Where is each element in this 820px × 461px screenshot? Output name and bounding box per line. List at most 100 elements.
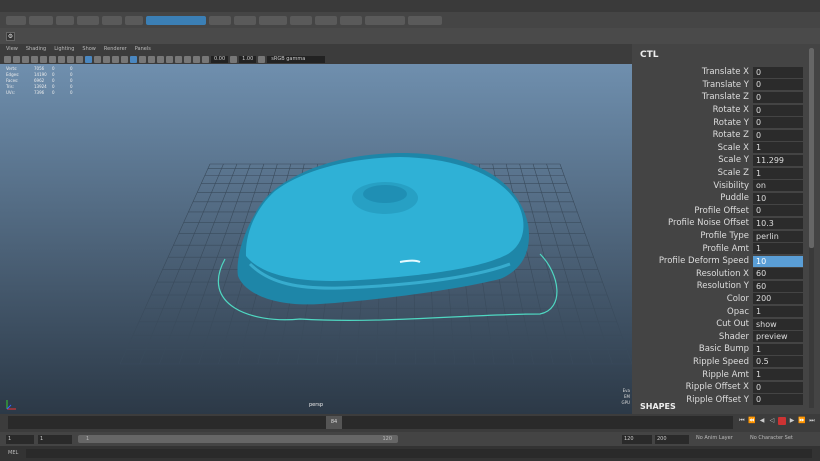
color-space-select[interactable]: sRGB gamma <box>267 55 326 63</box>
shelf-tab[interactable] <box>56 15 74 25</box>
shelf-tab[interactable] <box>234 15 256 25</box>
menu-view[interactable]: View <box>6 46 18 52</box>
attribute-label[interactable]: Scale X <box>632 143 753 153</box>
attribute-row[interactable]: Ripple Speed 0.5 <box>632 356 820 369</box>
attribute-row[interactable]: Rotate Z0 <box>632 129 820 142</box>
go-to-end-icon[interactable]: ⏭ <box>808 417 816 425</box>
lights-icon[interactable] <box>112 55 119 63</box>
attribute-value-field[interactable]: 60 <box>753 268 803 280</box>
attribute-value-field[interactable]: on <box>753 180 803 192</box>
film-gate-icon[interactable] <box>49 55 56 63</box>
step-forward-key-icon[interactable]: ⏩ <box>798 417 806 425</box>
smooth-shade-icon[interactable] <box>94 55 101 63</box>
attribute-row[interactable]: Resolution Y 60 <box>632 280 820 293</box>
stop-icon[interactable] <box>778 417 786 425</box>
attribute-value-field[interactable]: 1 <box>753 167 803 179</box>
attribute-value-field[interactable]: 0 <box>753 381 803 393</box>
attribute-label[interactable]: Translate Y <box>632 80 753 90</box>
exposure-icon[interactable] <box>202 55 209 63</box>
shelf-tab[interactable] <box>408 15 442 25</box>
attribute-row[interactable]: Translate Z0 <box>632 91 820 104</box>
attribute-label[interactable]: Ripple Offset X <box>632 382 753 392</box>
shelf-tab[interactable] <box>209 15 231 25</box>
attribute-label[interactable]: Rotate Y <box>632 118 753 128</box>
bookmark-icon[interactable] <box>22 55 29 63</box>
attribute-label[interactable]: Basic Bump <box>632 344 753 354</box>
attribute-value-field[interactable]: 0.5 <box>753 356 803 368</box>
range-slider[interactable]: 1 120 <box>78 435 398 443</box>
attribute-label[interactable]: Color <box>632 294 753 304</box>
wireframe-icon[interactable] <box>85 55 92 63</box>
attribute-row[interactable]: Resolution X 60 <box>632 268 820 281</box>
xray-joints-icon[interactable] <box>184 55 191 63</box>
attribute-value-field[interactable]: 0 <box>753 79 803 91</box>
resolution-gate-icon[interactable] <box>58 55 65 63</box>
attribute-value-field[interactable]: 1 <box>753 343 803 355</box>
attribute-label[interactable]: Scale Y <box>632 155 753 165</box>
attribute-value-field[interactable]: perlin <box>753 230 803 242</box>
shelf-tab[interactable] <box>315 15 337 25</box>
attribute-value-field[interactable]: 0 <box>753 394 803 406</box>
command-input[interactable] <box>26 449 812 458</box>
attribute-row[interactable]: Scale Z1 <box>632 167 820 180</box>
grid-icon[interactable] <box>40 55 47 63</box>
exposure-field[interactable]: 0.00 <box>211 55 229 63</box>
attribute-label[interactable]: Scale Z <box>632 168 753 178</box>
attribute-label[interactable]: Translate Z <box>632 92 753 102</box>
shelf-tab[interactable] <box>365 15 405 25</box>
isolate-select-icon[interactable] <box>166 55 173 63</box>
attribute-row[interactable]: Ripple Offset X0 <box>632 381 820 394</box>
lock-camera-icon[interactable] <box>13 55 20 63</box>
attribute-row[interactable]: Color 200 <box>632 293 820 306</box>
gear-icon[interactable]: ⚙ <box>6 31 15 41</box>
script-mode[interactable]: MEL <box>8 450 18 456</box>
attribute-label[interactable]: Puddle <box>632 193 753 203</box>
shelf-tab[interactable] <box>6 15 26 25</box>
playback-start-field[interactable]: 1 <box>38 434 72 444</box>
attribute-label[interactable]: Profile Offset <box>632 206 753 216</box>
attribute-label[interactable]: Profile Type <box>632 231 753 241</box>
attribute-value-field[interactable]: 1 <box>753 306 803 318</box>
gamma-field[interactable]: 1.00 <box>239 55 257 63</box>
attribute-value-field[interactable]: 1 <box>753 243 803 255</box>
shelf-tab[interactable] <box>29 15 53 25</box>
attribute-value-field[interactable]: 200 <box>753 293 803 305</box>
attribute-row[interactable]: Rotate Y0 <box>632 116 820 129</box>
step-back-icon[interactable]: ◀ <box>758 417 766 425</box>
attribute-label[interactable]: Visibility <box>632 181 753 191</box>
shadows-icon[interactable] <box>121 55 128 63</box>
textured-icon[interactable] <box>103 55 110 63</box>
attribute-label[interactable]: Resolution Y <box>632 281 753 291</box>
play-back-icon[interactable]: ◁ <box>768 417 776 425</box>
attribute-label[interactable]: Profile Amt <box>632 244 753 254</box>
attribute-row[interactable]: Translate X0 <box>632 66 820 79</box>
attribute-row[interactable]: Profile Type perlin <box>632 230 820 243</box>
attribute-value-field[interactable]: 1 <box>753 142 803 154</box>
shelf-tab[interactable] <box>259 15 287 25</box>
gamma-icon[interactable] <box>230 55 238 63</box>
attribute-row[interactable]: Shader preview <box>632 330 820 343</box>
attribute-value-field[interactable]: 11.299 <box>753 154 803 166</box>
attribute-value-field[interactable]: 0 <box>753 104 803 116</box>
start-time-field[interactable]: 1 <box>6 434 34 444</box>
attribute-value-field[interactable]: 10.3 <box>753 217 803 229</box>
xray-icon[interactable] <box>175 55 182 63</box>
shelf-tab[interactable] <box>125 15 143 25</box>
attribute-row[interactable]: Ripple Amt 1 <box>632 368 820 381</box>
gate-mask-icon[interactable] <box>67 55 74 63</box>
character-set-select[interactable]: No Character Set <box>750 435 793 441</box>
field-chart-icon[interactable] <box>76 55 83 63</box>
attribute-value-field[interactable]: 10 <box>753 255 803 267</box>
attribute-label[interactable]: Rotate Z <box>632 130 753 140</box>
attribute-label[interactable]: Ripple Speed <box>632 357 753 367</box>
attribute-label[interactable]: Resolution X <box>632 269 753 279</box>
attribute-label[interactable]: Translate X <box>632 67 753 77</box>
attribute-row[interactable]: Profile Deform Speed 10 <box>632 255 820 268</box>
end-time-field[interactable]: 200 <box>655 434 689 444</box>
attribute-value-field[interactable]: preview <box>753 331 803 343</box>
attribute-row[interactable]: Scale X1 <box>632 142 820 155</box>
attribute-row[interactable]: Rotate X0 <box>632 104 820 117</box>
attribute-row[interactable]: Profile Offset 0 <box>632 205 820 218</box>
attribute-value-field[interactable]: 10 <box>753 192 803 204</box>
attribute-label[interactable]: Rotate X <box>632 105 753 115</box>
